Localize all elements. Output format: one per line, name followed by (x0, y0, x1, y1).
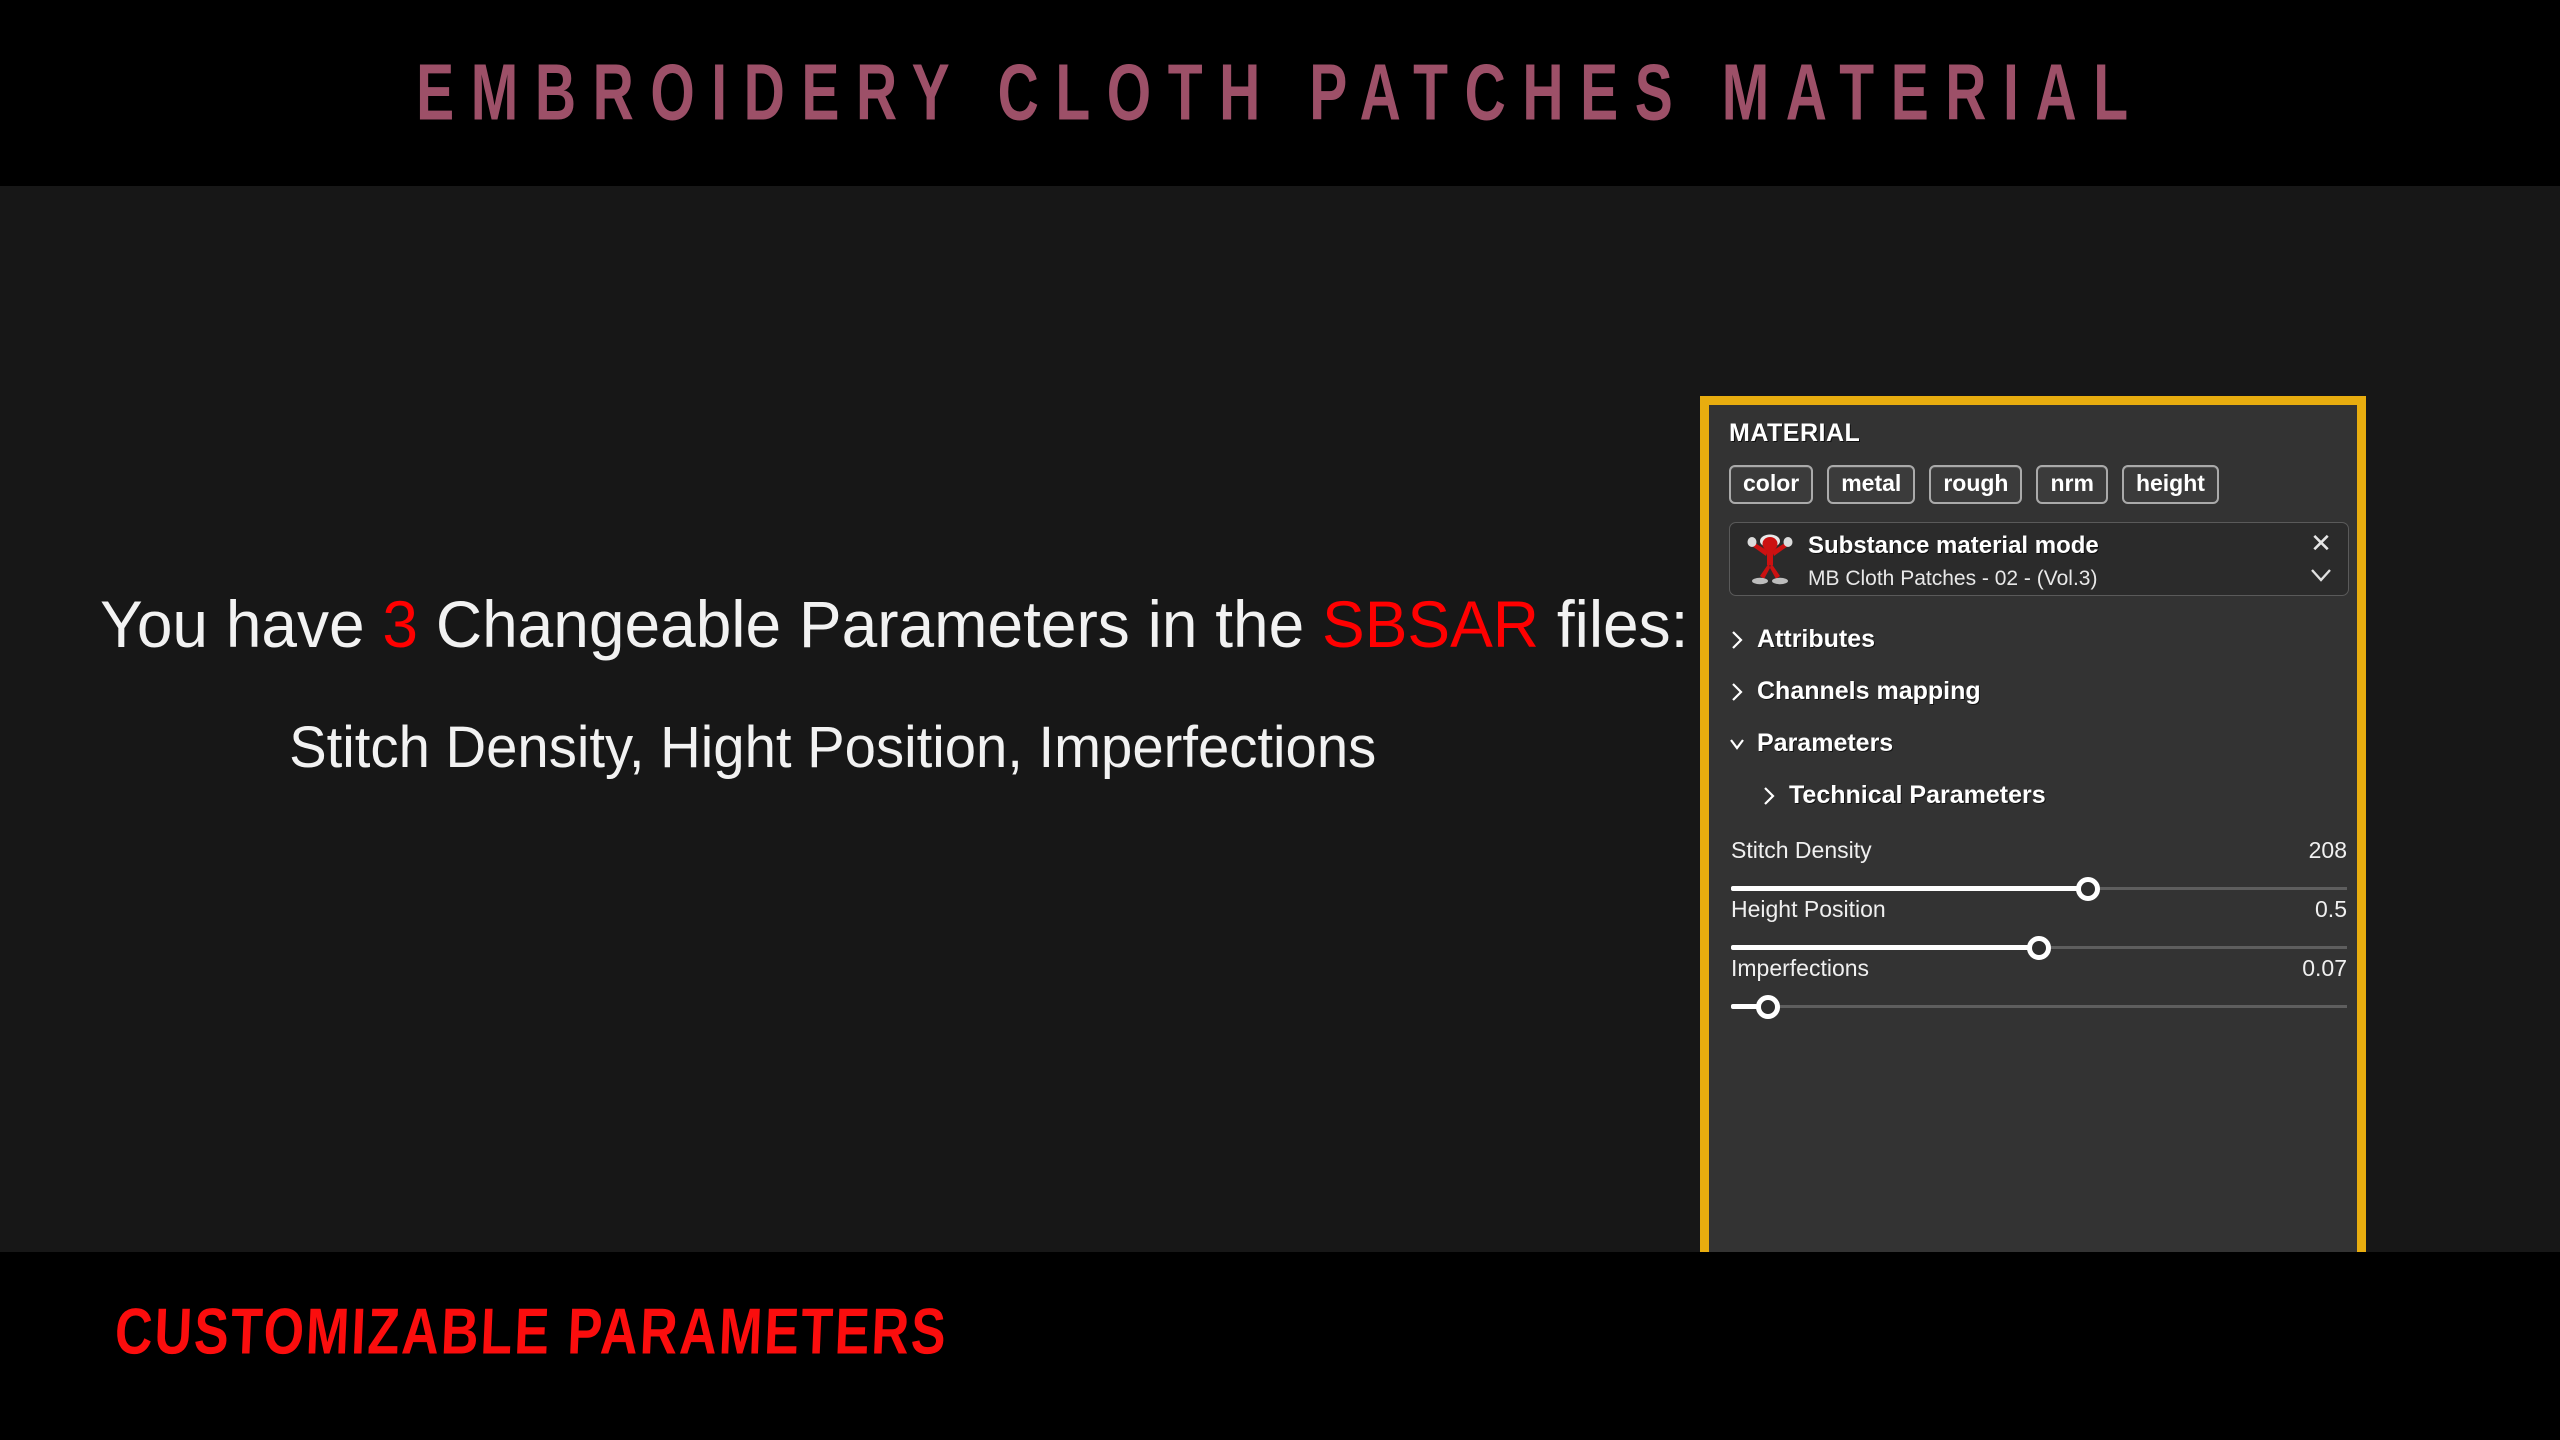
parameter-label-height-position: Height Position (1731, 896, 1886, 922)
parameter-value-imperfections: 0.07 (2302, 955, 2347, 981)
parameter-list-caption: Stitch Density, Hight Position, Imperfec… (289, 715, 1377, 780)
channel-button-color[interactable]: color (1729, 465, 1814, 505)
slider-stitch-density[interactable] (1731, 877, 2347, 901)
slider-track (1731, 1005, 2347, 1008)
description-line-1: You have 3 Changeable Parameters in the … (100, 586, 1688, 662)
substance-figure-icon (1747, 534, 1793, 585)
parameter-label-stitch-density: Stitch Density (1731, 837, 1872, 863)
section-label-parameters: Parameters (1757, 729, 1894, 757)
description-text-1: You have (100, 587, 383, 661)
chevron-down-icon (1730, 738, 1744, 750)
description-block: You have 3 Changeable Parameters in the … (100, 586, 1688, 781)
slider-imperfections[interactable] (1731, 995, 2347, 1019)
section-attributes[interactable]: Attributes (1729, 625, 1875, 654)
slider-fill (1731, 886, 2089, 891)
substance-mode-title: Substance material mode (1808, 532, 2099, 559)
channel-button-group: color metal rough nrm height (1729, 465, 2219, 505)
chevron-down-icon[interactable] (2309, 565, 2333, 585)
channel-button-metal[interactable]: metal (1827, 465, 1916, 505)
description-text-3: files: (1539, 587, 1689, 661)
section-channels-mapping[interactable]: Channels mapping (1729, 677, 1981, 706)
chevron-right-icon (1732, 682, 1743, 701)
header-band: EMBROIDERY CLOTH PATCHES MATERIAL (0, 0, 2560, 186)
section-technical-parameters[interactable]: Technical Parameters (1761, 781, 2046, 810)
slide-canvas: EMBROIDERY CLOTH PATCHES MATERIAL You ha… (0, 0, 2560, 1440)
parameter-value-height-position: 0.5 (2315, 896, 2347, 922)
channel-button-nrm[interactable]: nrm (2036, 465, 2108, 505)
material-panel-title: MATERIAL (1729, 419, 1861, 447)
content-area: You have 3 Changeable Parameters in the … (0, 186, 2560, 1414)
parameter-row-stitch-density: Stitch Density 208 (1731, 837, 2347, 901)
footer-band: CUSTOMIZABLE PARAMETERS (0, 1252, 2560, 1440)
section-label-attributes: Attributes (1757, 625, 1876, 653)
description-format: SBSAR (1322, 587, 1540, 661)
section-parameters[interactable]: Parameters (1729, 729, 1893, 758)
slider-height-position[interactable] (1731, 936, 2347, 960)
parameter-label-imperfections: Imperfections (1731, 955, 1870, 981)
parameter-row-height-position: Height Position 0.5 (1731, 896, 2347, 960)
chevron-right-icon (1732, 630, 1743, 649)
substance-material-mode-box[interactable]: Substance material mode MB Cloth Patches… (1729, 522, 2349, 596)
chevron-right-icon (1764, 786, 1775, 805)
channel-button-rough[interactable]: rough (1929, 465, 2023, 505)
footer-caption: CUSTOMIZABLE PARAMETERS (113, 1295, 950, 1369)
substance-preset-name: MB Cloth Patches - 02 - (Vol.3) (1808, 567, 2098, 590)
close-icon[interactable]: ✕ (2308, 530, 2334, 557)
parameter-value-stitch-density: 208 (2308, 837, 2347, 863)
description-count: 3 (382, 587, 419, 661)
slider-handle[interactable] (1755, 995, 1780, 1019)
slider-fill (1731, 945, 2039, 950)
section-label-channels-mapping: Channels mapping (1757, 677, 1981, 705)
section-label-technical-parameters: Technical Parameters (1789, 781, 2046, 809)
description-text-2: Changeable Parameters in the (418, 587, 1323, 661)
parameter-row-imperfections: Imperfections 0.07 (1731, 955, 2347, 1019)
channel-button-height[interactable]: height (2121, 465, 2219, 505)
page-title: EMBROIDERY CLOTH PATCHES MATERIAL (415, 48, 2145, 138)
